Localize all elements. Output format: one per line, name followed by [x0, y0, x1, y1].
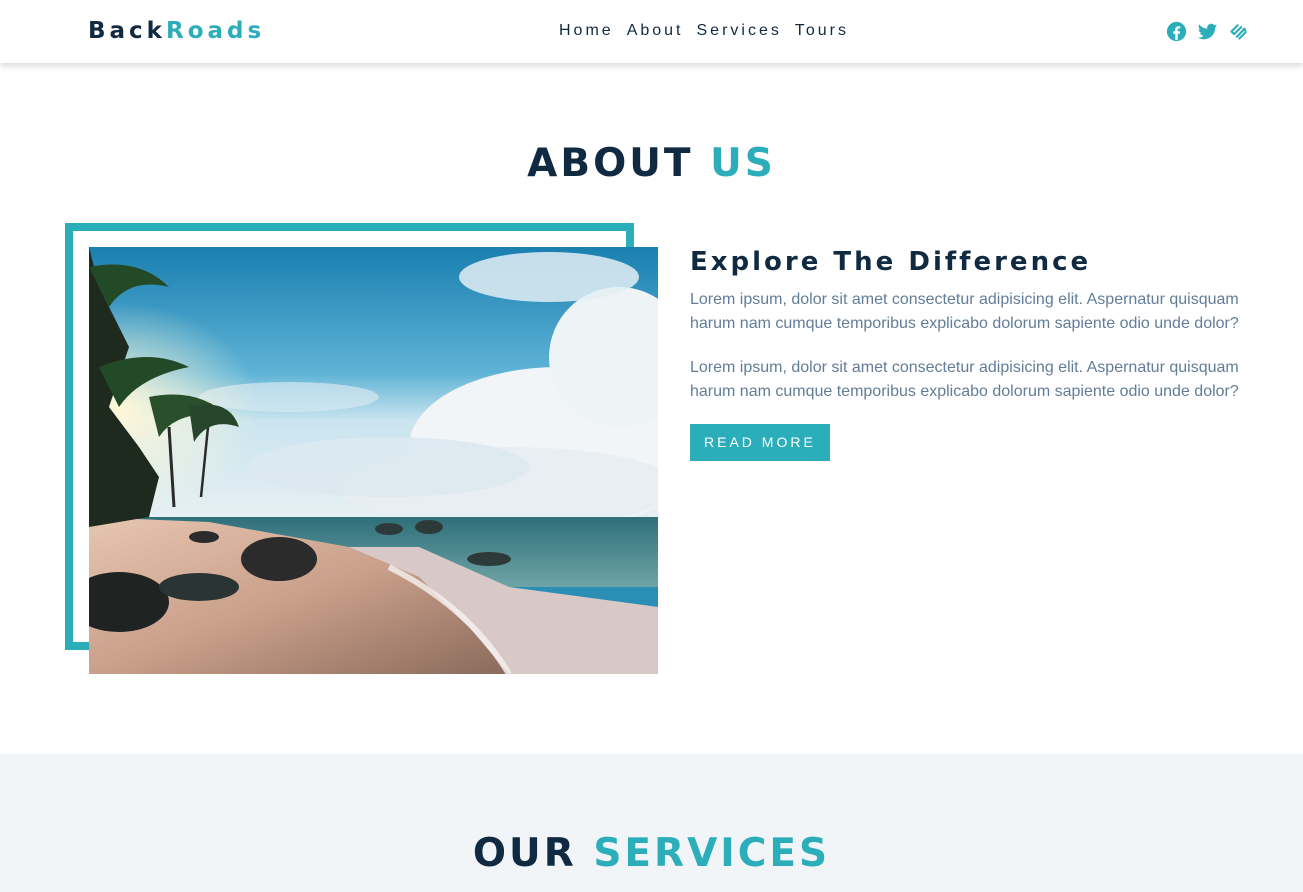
squarespace-icon[interactable] [1228, 21, 1249, 42]
services-title-part-1: OUR [472, 831, 577, 876]
brand-logo[interactable]: BackRoads [88, 16, 265, 46]
about-info: Explore The Difference Lorem ipsum, dolo… [690, 244, 1260, 461]
brand-logo-part-1: Back [88, 18, 166, 44]
about-beach-image [89, 247, 658, 674]
nav-link-home[interactable]: Home [559, 22, 614, 39]
nav-link-about[interactable]: About [627, 22, 684, 39]
about-title-part-1: ABOUT [527, 141, 694, 186]
about-title-part-2: US [710, 141, 776, 186]
navbar: BackRoads Home About Services Tours [0, 0, 1303, 63]
nav-link-tours[interactable]: Tours [795, 22, 849, 39]
brand-logo-part-2: Roads [165, 18, 266, 44]
about-paragraph-1: Lorem ipsum, dolor sit amet consectetur … [690, 291, 1239, 332]
read-more-button[interactable]: READ MORE [690, 424, 830, 461]
services-section-title: OUR SERVICES [0, 831, 1303, 877]
about-section-title: ABOUT US [0, 141, 1303, 187]
services-section: OUR SERVICES [0, 754, 1303, 892]
social-icons [1166, 21, 1249, 42]
about-paragraph-2: Lorem ipsum, dolor sit amet consectetur … [690, 359, 1239, 400]
nav-links: Home About Services Tours [559, 20, 849, 42]
services-title-part-2: SERVICES [593, 831, 831, 876]
twitter-icon[interactable] [1197, 21, 1218, 42]
facebook-icon[interactable] [1166, 21, 1187, 42]
about-heading: Explore The Difference [690, 247, 1092, 277]
nav-link-services[interactable]: Services [697, 22, 782, 39]
